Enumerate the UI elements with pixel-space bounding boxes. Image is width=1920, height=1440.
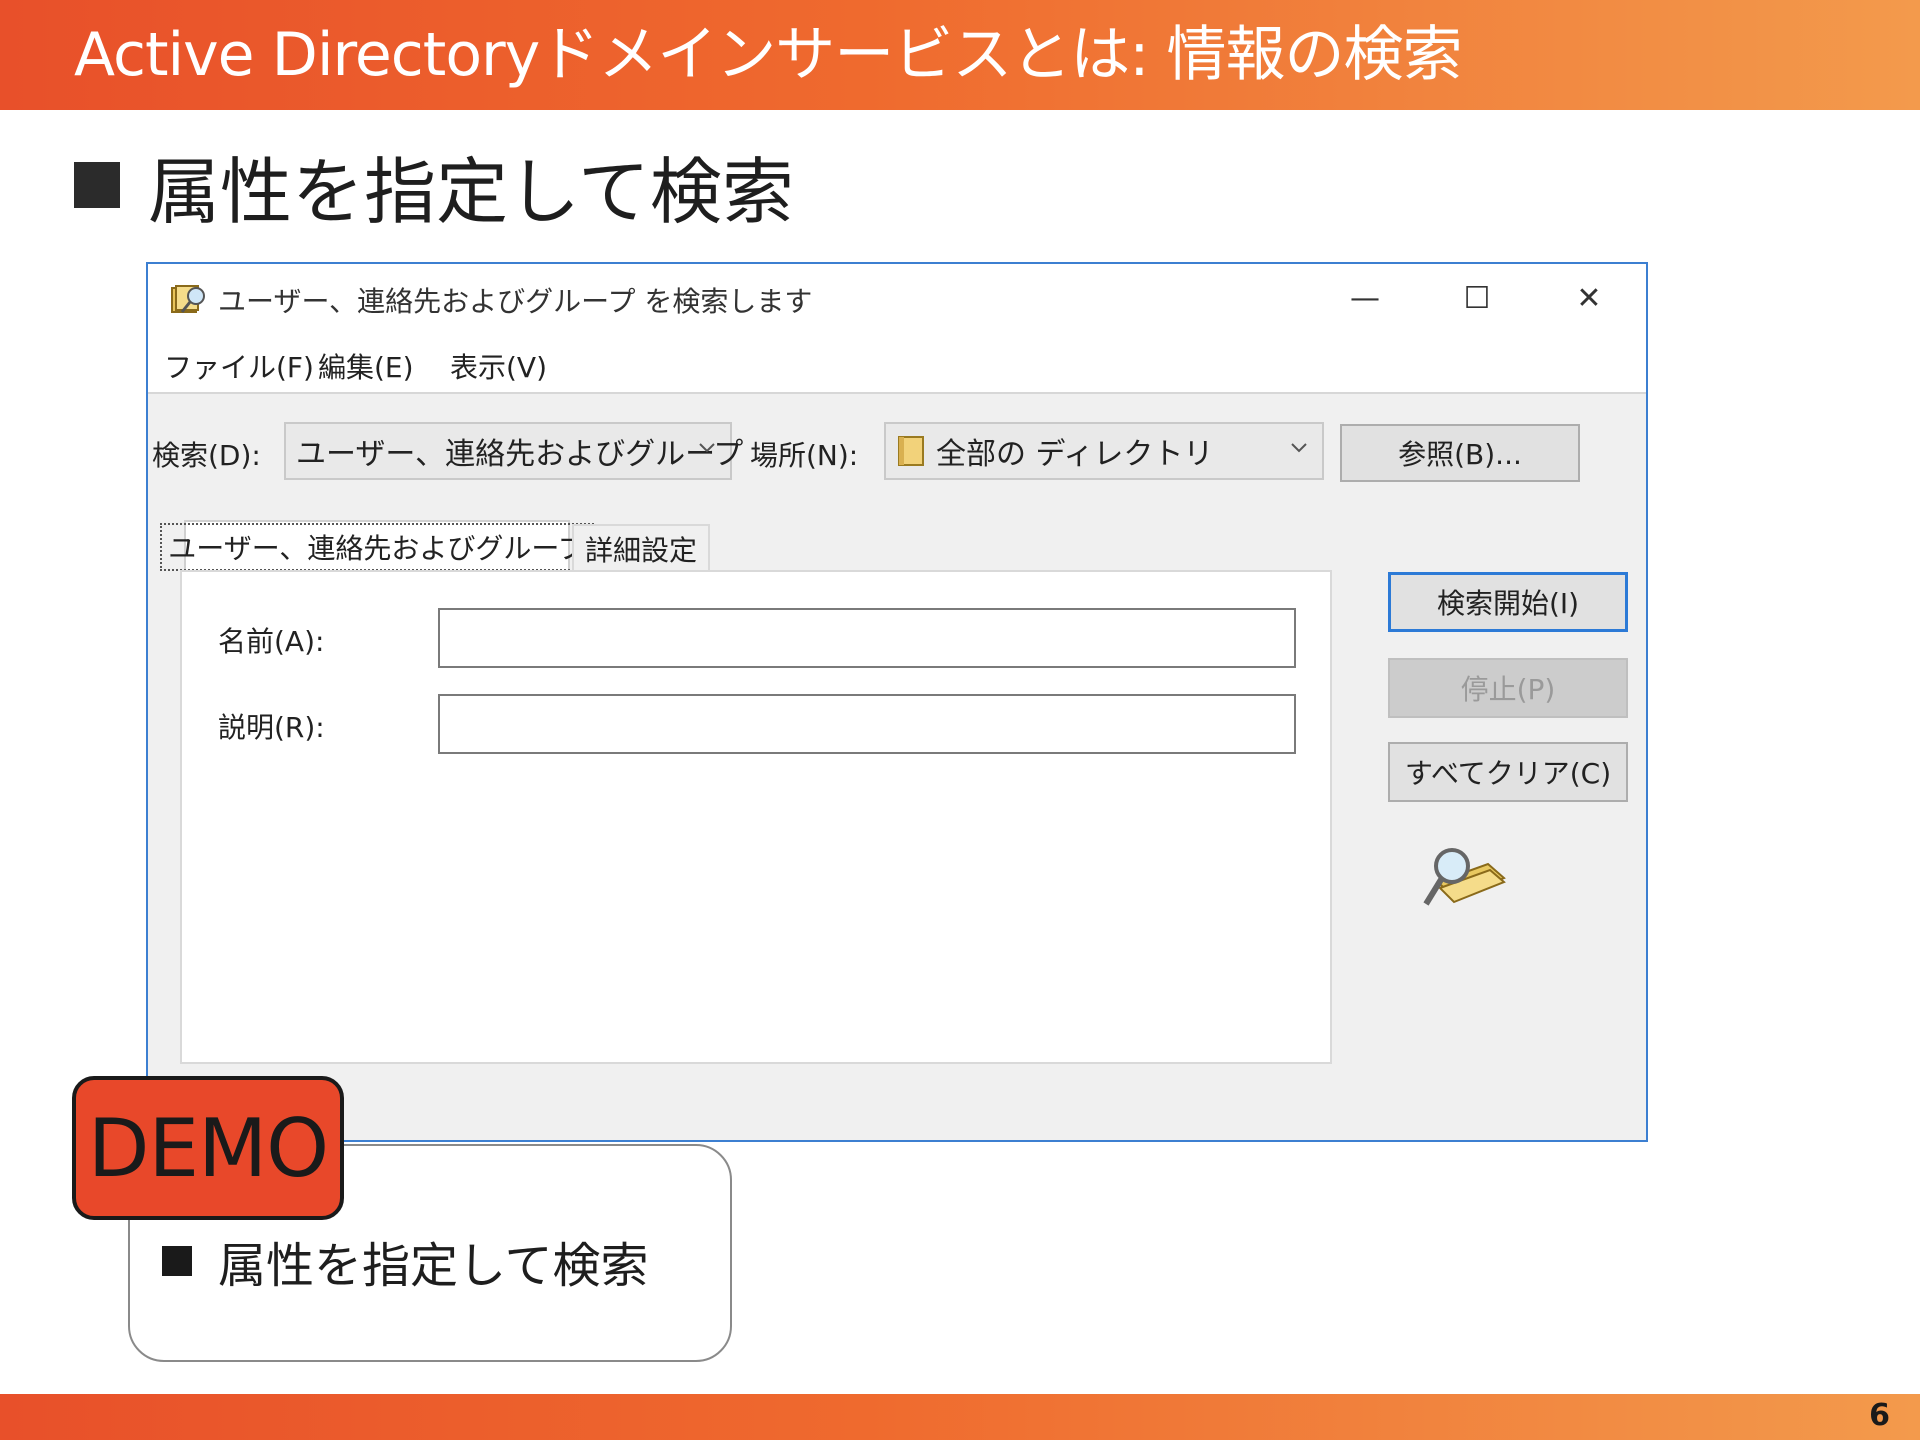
minimize-button[interactable]: — bbox=[1330, 272, 1400, 324]
description-label: 説明(R): bbox=[218, 711, 325, 744]
in-label: 場所(N): bbox=[750, 439, 859, 472]
maximize-button[interactable]: ☐ bbox=[1442, 272, 1512, 324]
menu-edit[interactable]: 編集(E) bbox=[318, 346, 414, 386]
magnifier-book-icon bbox=[1423, 848, 1506, 906]
tab-advanced-label: 詳細設定 bbox=[584, 534, 697, 567]
browse-button[interactable]: 参照(B)... bbox=[1340, 424, 1580, 482]
description-input[interactable] bbox=[438, 694, 1296, 754]
bullet-square-icon bbox=[74, 162, 120, 208]
demo-badge-text: DEMO bbox=[87, 1101, 329, 1195]
demo-bullet: 属性を指定して検索 bbox=[162, 1226, 649, 1296]
find-combobox[interactable]: ユーザー、連絡先およびグループ bbox=[284, 422, 743, 480]
tab-users-label: ユーザー、連絡先およびグループ bbox=[160, 523, 594, 571]
find-now-button[interactable]: 検索開始(I) bbox=[1388, 572, 1628, 632]
slide-title-bar: Active Directoryドメインサービスとは: 情報の検索 bbox=[0, 0, 1920, 110]
slide-bullet-text: 属性を指定して検索 bbox=[148, 149, 794, 234]
tab-users-contacts-groups[interactable]: ユーザー、連絡先およびグループ bbox=[160, 520, 594, 572]
name-label: 名前(A): bbox=[218, 625, 325, 658]
tab-advanced[interactable]: 詳細設定 bbox=[572, 524, 710, 572]
slide-footer-bar: 6 bbox=[0, 1394, 1920, 1440]
clear-all-button[interactable]: すべてクリア(C) bbox=[1388, 742, 1628, 802]
menu-view[interactable]: 表示(V) bbox=[450, 346, 547, 386]
bullet-square-icon bbox=[162, 1246, 192, 1276]
stop-button[interactable]: 停止(P) bbox=[1388, 658, 1628, 718]
in-combobox-value: 全部の ディレクトリ bbox=[936, 437, 1214, 472]
find-combobox-value: ユーザー、連絡先およびグループ bbox=[296, 437, 744, 472]
directory-search-icon bbox=[171, 285, 205, 313]
chevron-down-icon bbox=[699, 443, 715, 453]
directory-book-icon bbox=[898, 436, 924, 466]
menu-file[interactable]: ファイル(F) bbox=[164, 346, 314, 386]
dialog-titlebar: ユーザー、連絡先およびグループ を検索します — ☐ ✕ bbox=[148, 264, 1646, 332]
find-label: 検索(D): bbox=[152, 439, 261, 472]
dialog-title: ユーザー、連絡先およびグループ を検索します bbox=[218, 285, 813, 318]
slide-bullet: 属性を指定して検索 bbox=[74, 140, 794, 234]
page-number: 6 bbox=[1869, 1398, 1890, 1433]
in-combobox[interactable]: 全部の ディレクトリ bbox=[884, 422, 1324, 480]
chevron-down-icon bbox=[1291, 443, 1307, 453]
find-users-dialog: ユーザー、連絡先およびグループ を検索します — ☐ ✕ ファイル(F) 編集(… bbox=[146, 262, 1648, 1142]
menu-bar: ファイル(F) 編集(E) 表示(V) bbox=[148, 332, 1646, 394]
slide-title: Active Directoryドメインサービスとは: 情報の検索 bbox=[74, 20, 1462, 90]
name-input[interactable] bbox=[438, 608, 1296, 668]
demo-badge: DEMO bbox=[72, 1076, 344, 1220]
demo-bullet-text: 属性を指定して検索 bbox=[218, 1238, 649, 1294]
close-button[interactable]: ✕ bbox=[1554, 272, 1624, 324]
